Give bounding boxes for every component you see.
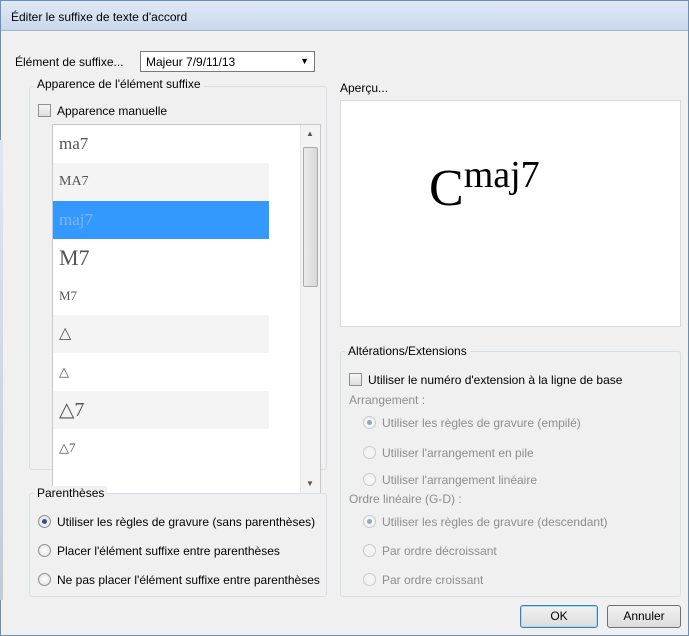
arrangement-radio-stack[interactable]: [363, 446, 376, 459]
linear-order-option-label: Par ordre croissant: [382, 573, 484, 587]
arrangement-option-label: Utiliser l'arrangement linéaire: [382, 473, 538, 487]
linear-order-radio-engraving[interactable]: [363, 515, 376, 528]
scroll-up-icon[interactable]: ▲: [306, 129, 314, 138]
preview-title: Aperçu...: [340, 81, 389, 95]
baseline-extension-checkbox[interactable]: [349, 373, 362, 386]
appearance-group-title: Apparence de l'élément suffixe: [34, 77, 204, 91]
linear-order-radio-ascending[interactable]: [363, 573, 376, 586]
list-item[interactable]: △7: [53, 391, 269, 429]
preview-chord: Cmaj7: [429, 154, 540, 218]
list-item[interactable]: M7: [53, 277, 269, 315]
manual-appearance-label: Apparence manuelle: [57, 104, 168, 118]
parentheses-radio-engraving[interactable]: [38, 515, 51, 528]
parentheses-option-label: Utiliser les règles de gravure (sans par…: [57, 515, 316, 529]
list-item[interactable]: MA7: [53, 163, 269, 201]
arrangement-radio-engraving[interactable]: [363, 416, 376, 429]
parentheses-radio-place[interactable]: [38, 544, 51, 557]
window-title: Éditer le suffixe de texte d'accord: [11, 10, 188, 24]
linear-order-label: Ordre linéaire (G-D) :: [349, 492, 462, 506]
preview-suffix: maj7: [463, 154, 540, 196]
arrangement-label: Arrangement :: [349, 393, 426, 407]
cancel-button[interactable]: Annuler: [607, 605, 681, 628]
linear-order-option-label: Par ordre décroissant: [382, 544, 497, 558]
preview-root: C: [429, 160, 464, 217]
arrangement-radio-linear[interactable]: [363, 473, 376, 486]
window-edge: [0, 140, 3, 600]
parentheses-group-title: Parenthèses: [34, 486, 108, 500]
dialog-content: Élément de suffixe... Majeur 7/9/11/13 ▼…: [1, 31, 688, 635]
linear-order-radio-descending[interactable]: [363, 544, 376, 557]
manual-appearance-checkbox[interactable]: [38, 104, 51, 117]
suffix-element-label: Élément de suffixe...: [15, 55, 124, 69]
scrollbar-thumb[interactable]: [303, 147, 318, 287]
list-item[interactable]: ma7: [53, 125, 269, 163]
preview-panel: Cmaj7: [340, 100, 681, 327]
list-item-selected[interactable]: maj7: [53, 201, 269, 239]
title-bar[interactable]: Éditer le suffixe de texte d'accord: [1, 1, 688, 31]
baseline-extension-label: Utiliser le numéro d'extension à la lign…: [368, 373, 623, 387]
linear-order-option-label: Utiliser les règles de gravure (descenda…: [382, 515, 608, 529]
list-scrollbar[interactable]: ▲ ▼: [300, 125, 320, 493]
alterations-group-title: Altérations/Extensions: [345, 344, 470, 358]
list-item[interactable]: △: [53, 315, 269, 353]
list-item[interactable]: △7: [53, 429, 269, 467]
parentheses-option-label: Ne pas placer l'élément suffixe entre pa…: [57, 573, 320, 587]
arrangement-option-label: Utiliser les règles de gravure (empilé): [382, 416, 581, 430]
scroll-down-icon[interactable]: ▼: [306, 479, 314, 488]
parentheses-option-label: Placer l'élément suffixe entre parenthès…: [57, 544, 280, 558]
list-item[interactable]: △: [53, 353, 269, 391]
suffix-appearance-list[interactable]: ma7 MA7 maj7 M7 M7 △ △ △7 △7 ▲ ▼: [52, 124, 321, 494]
parentheses-radio-no-place[interactable]: [38, 573, 51, 586]
list-item[interactable]: M7: [53, 239, 269, 277]
arrangement-option-label: Utiliser l'arrangement en pile: [382, 446, 534, 460]
ok-button[interactable]: OK: [520, 605, 598, 628]
suffix-element-select[interactable]: Majeur 7/9/11/13 ▼: [140, 51, 315, 72]
suffix-element-value: Majeur 7/9/11/13: [146, 55, 236, 69]
dialog-window: Éditer le suffixe de texte d'accord Élém…: [0, 0, 689, 636]
chevron-down-icon: ▼: [300, 56, 309, 66]
